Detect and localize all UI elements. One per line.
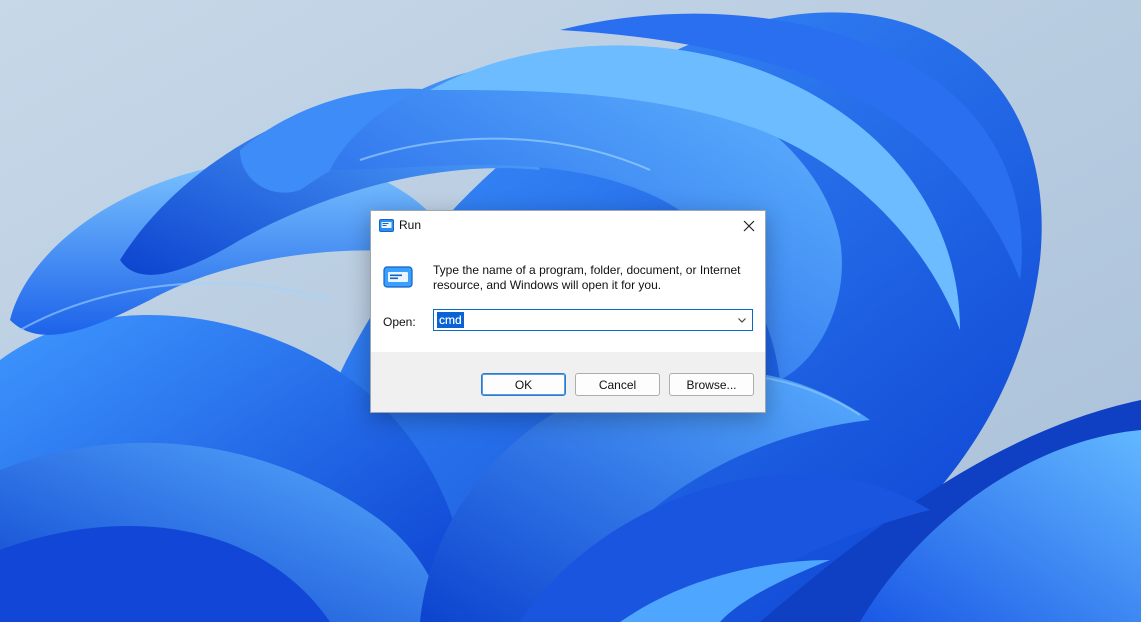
cancel-button[interactable]: Cancel	[575, 373, 660, 396]
run-icon	[379, 219, 394, 232]
chevron-down-icon[interactable]	[735, 313, 749, 327]
close-icon	[743, 220, 755, 231]
window-title: Run	[399, 218, 422, 232]
ok-button[interactable]: OK	[481, 373, 566, 396]
open-label: Open:	[383, 315, 416, 329]
open-combobox[interactable]: cmd	[433, 309, 753, 331]
run-dialog: Run Type the name of a program, folder, …	[370, 210, 766, 413]
open-input[interactable]	[436, 312, 732, 328]
title-bar[interactable]: Run	[371, 211, 765, 241]
browse-button[interactable]: Browse...	[669, 373, 754, 396]
desktop: Run Type the name of a program, folder, …	[0, 0, 1141, 622]
dialog-footer: OK Cancel Browse...	[371, 352, 765, 412]
dialog-description: Type the name of a program, folder, docu…	[433, 263, 741, 292]
run-program-icon	[383, 266, 413, 288]
dialog-body: Type the name of a program, folder, docu…	[371, 241, 765, 352]
close-button[interactable]	[733, 211, 765, 240]
